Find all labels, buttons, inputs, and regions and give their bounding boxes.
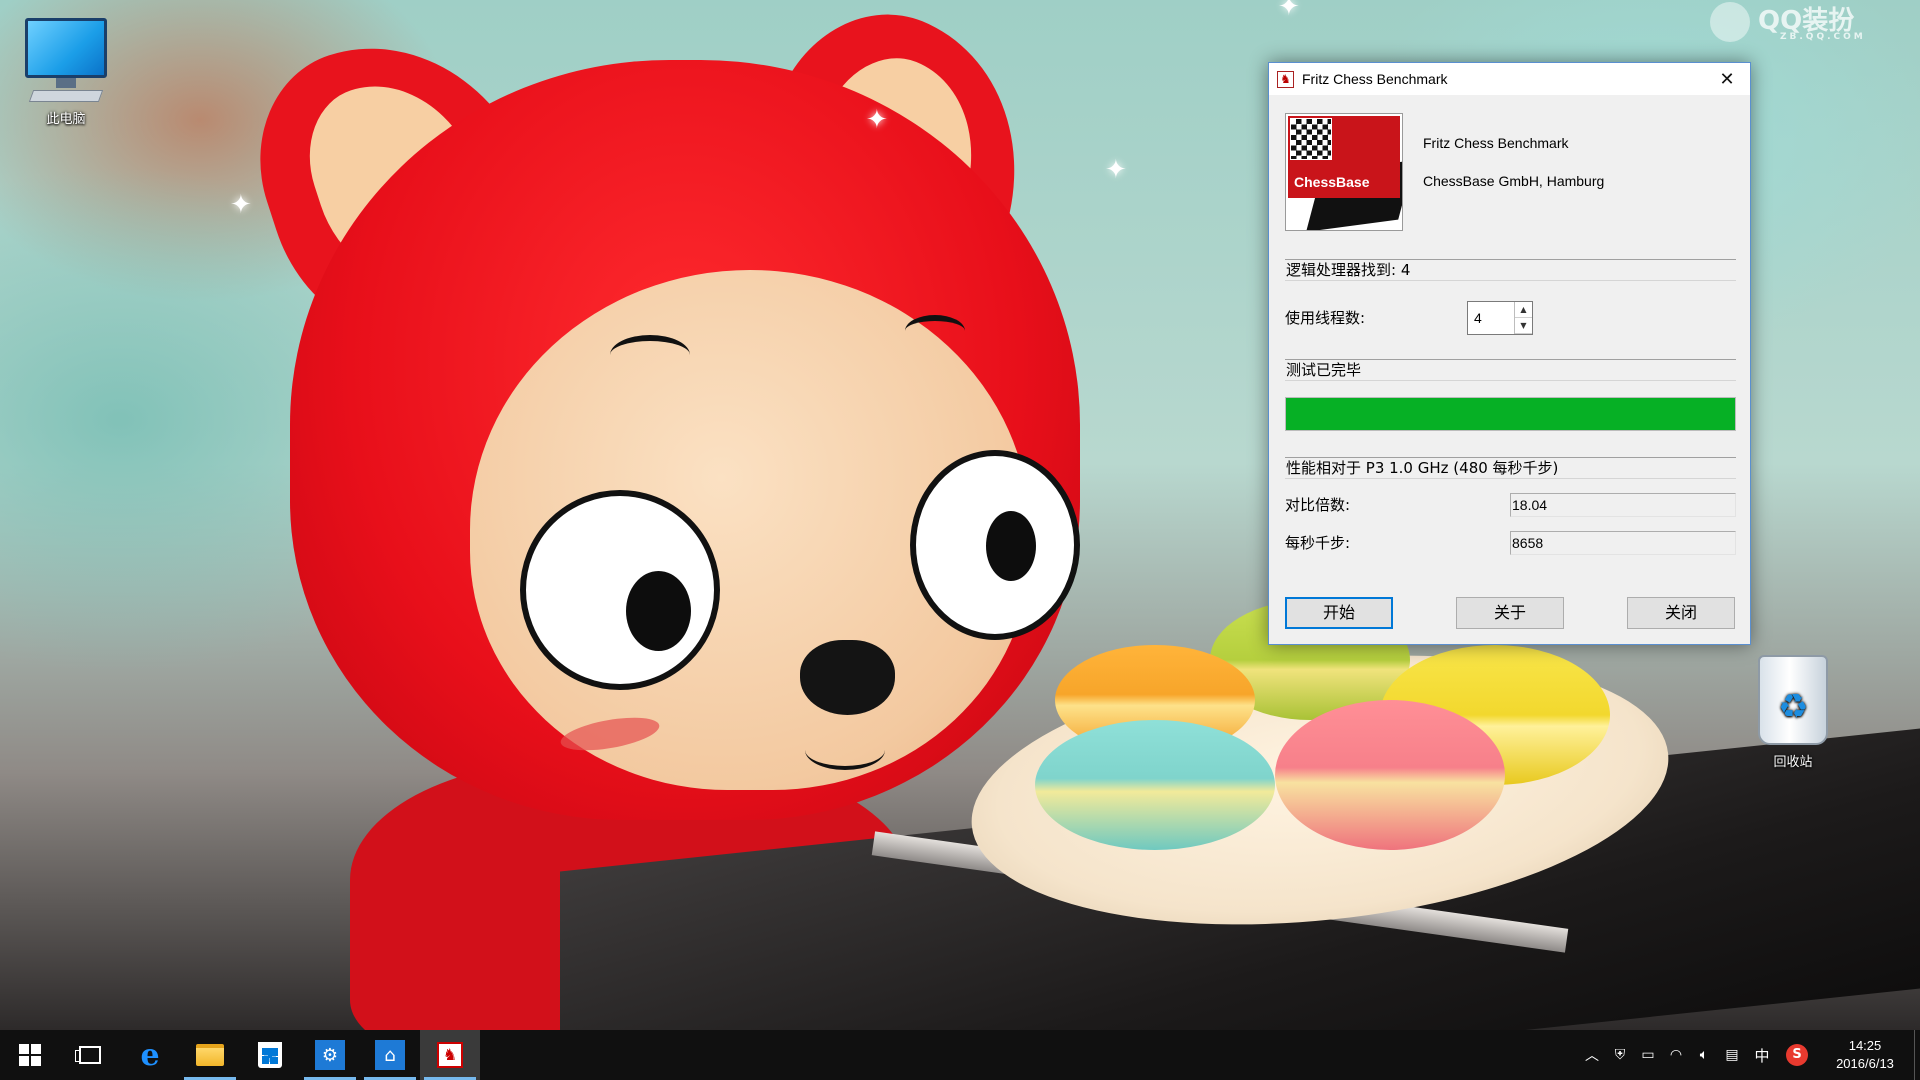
benchmark-progress-bar [1285,397,1736,431]
about-button[interactable]: 关于 [1456,597,1564,629]
close-button[interactable]: 关闭 [1627,597,1735,629]
settings-taskbar-button[interactable]: ⚙ [300,1030,360,1080]
close-window-button[interactable]: ✕ [1704,63,1750,95]
plush-fox-eye-left [520,490,720,690]
performance-header: 性能相对于 P3 1.0 GHz (480 每秒千步) [1285,457,1736,479]
close-icon: ✕ [1719,68,1735,89]
file-explorer-taskbar-button[interactable] [180,1030,240,1080]
folder-icon [196,1044,224,1066]
fritz-taskbar-button[interactable]: ♞ [420,1030,480,1080]
macaron-cyan [1035,720,1275,850]
start-button[interactable] [0,1030,60,1080]
chevron-up-icon[interactable]: ︿ [1578,1045,1606,1065]
task-view-button[interactable] [60,1030,120,1080]
edge-taskbar-button[interactable]: e [120,1030,180,1080]
window-title: Fritz Chess Benchmark [1302,71,1448,87]
threads-input[interactable] [1468,302,1512,334]
sparkle-icon: ✦ [1278,0,1300,22]
volume-icon[interactable]: 🔈︎ [1690,1047,1718,1063]
plush-fox-mouth [805,730,885,770]
flower-logo-icon [1710,1,1750,42]
threads-stepper[interactable]: ▲ ▼ [1467,301,1533,335]
title-bar[interactable]: ♞ Fritz Chess Benchmark ✕ [1269,63,1750,95]
status-label: 测试已完毕 [1285,359,1736,381]
shield-icon[interactable]: ⛨ [1606,1047,1634,1063]
qq-zhuangban-watermark: QQ装扮 ZB.QQ.COM [1710,0,1910,44]
app-taskbar-button[interactable]: ⌂ [360,1030,420,1080]
edge-browser-icon: e [140,1037,160,1073]
chessboard-icon [1290,118,1332,160]
battery-icon[interactable]: ▭ [1634,1047,1662,1063]
fritz-benchmark-dialog: ♞ Fritz Chess Benchmark ✕ ChessBase Frit… [1268,62,1751,645]
taskbar: e ⚙ ⌂ ♞ ︿ ⛨ ▭ ◠ 🔈︎ ▤ 中 S 14:25 2016/6/13 [0,1030,1920,1080]
computer-icon [16,18,116,102]
sparkle-icon: ✦ [1105,155,1127,185]
store-taskbar-button[interactable] [240,1030,300,1080]
desktop-icon-this-pc[interactable]: 此电脑 [16,18,116,127]
desktop-icon-label: 回收站 [1773,755,1813,770]
logical-processors-label: 逻辑处理器找到: 4 [1285,259,1736,281]
plush-fox-eye-right [910,450,1080,640]
progress-fill [1286,398,1735,430]
sogou-input-icon[interactable]: S [1786,1044,1808,1066]
start-button[interactable]: 开始 [1285,597,1393,629]
plush-fox-brow-right [905,315,965,347]
clock-date: 2016/6/13 [1836,1056,1894,1071]
fritz-chess-icon: ♞ [437,1042,463,1068]
ratio-label: 对比倍数: [1285,496,1351,514]
threads-label: 使用线程数: [1285,309,1366,327]
plush-fox-brow-left [610,335,690,375]
plush-fox-nose [800,640,895,715]
chessbase-logo: ChessBase [1285,113,1403,231]
clock-time: 14:25 [1848,1038,1882,1053]
wifi-icon[interactable]: ◠ [1662,1047,1690,1063]
product-name: Fritz Chess Benchmark [1423,135,1569,151]
show-desktop-button[interactable] [1914,1030,1920,1080]
gear-icon: ⚙ [315,1040,345,1070]
kilonodes-per-second-label: 每秒千步: [1285,534,1351,552]
ratio-value: 18.04 [1510,493,1736,517]
sparkle-icon: ✦ [866,105,888,135]
notification-icon[interactable]: ▤ [1718,1047,1746,1063]
spin-up-icon[interactable]: ▲ [1515,302,1532,318]
kilonodes-per-second-value: 8658 [1510,531,1736,555]
desktop-icon-label: 此电脑 [46,112,86,127]
app-icon: ⌂ [375,1040,405,1070]
recycle-bin-icon: ♻ [1758,655,1828,745]
system-tray: ︿ ⛨ ▭ ◠ 🔈︎ ▤ 中 S 14:25 2016/6/13 [1578,1030,1920,1080]
input-method-indicator[interactable]: 中 [1746,1045,1778,1066]
windows-logo-icon [19,1044,41,1066]
spin-down-icon[interactable]: ▼ [1515,318,1532,334]
fritz-app-icon: ♞ [1277,70,1294,88]
task-view-icon [75,1046,101,1064]
product-company: ChessBase GmbH, Hamburg [1423,173,1605,189]
macaron-pink [1275,700,1505,850]
sparkle-icon: ✦ [230,190,252,220]
desktop-icon-recycle-bin[interactable]: ♻ 回收站 [1743,655,1843,770]
taskbar-clock[interactable]: 14:25 2016/6/13 [1816,1037,1914,1073]
store-icon [258,1042,282,1068]
